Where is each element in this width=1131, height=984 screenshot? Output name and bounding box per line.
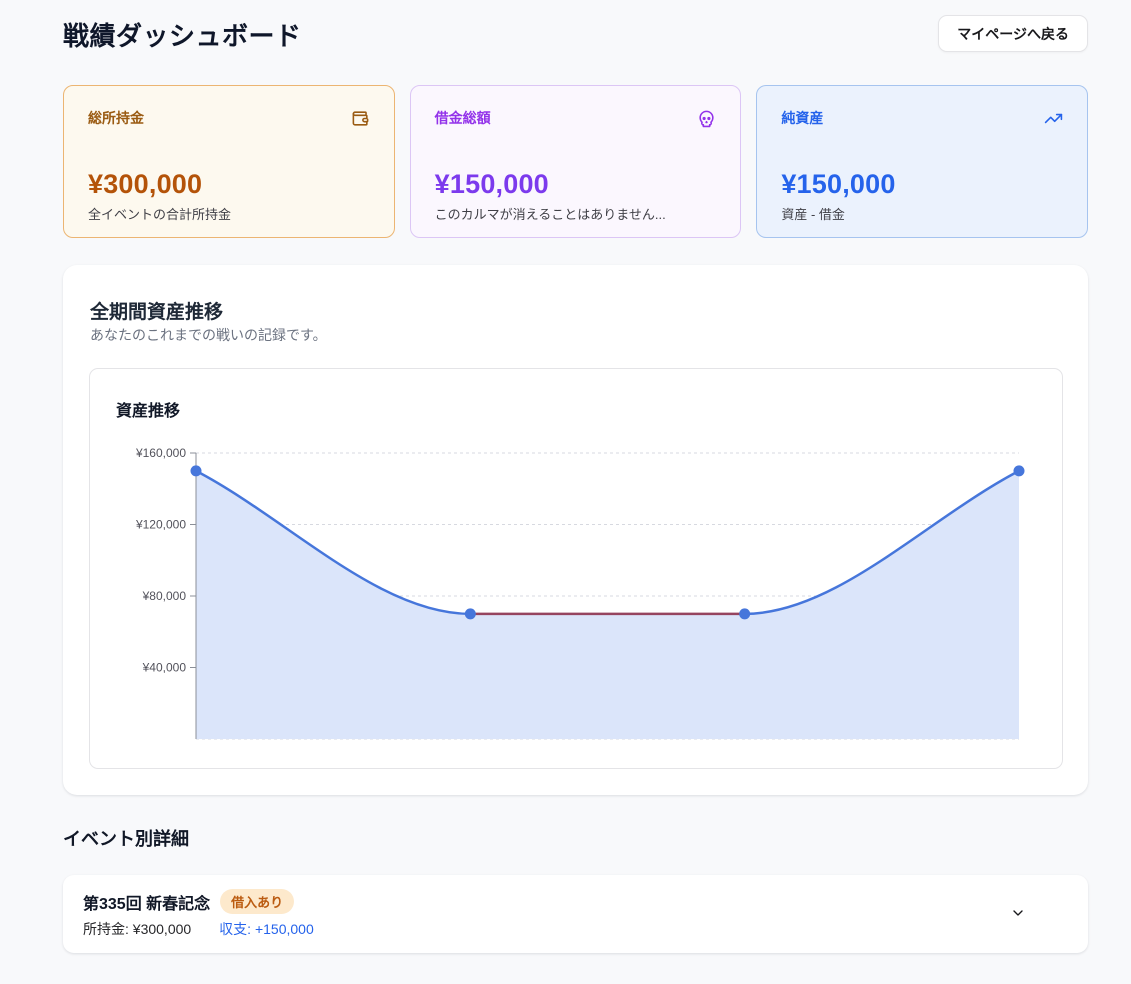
event-money: 所持金: ¥300,000 (83, 919, 191, 939)
skull-icon (697, 109, 716, 128)
dashboard-page: 戦績ダッシュボード マイページへ戻る 総所持金 ¥300,000 全イベントの合… (0, 0, 1131, 984)
card-description: 資産 - 借金 (781, 204, 1063, 223)
svg-text:¥160,000: ¥160,000 (135, 446, 186, 460)
event-name: 第335回 新春記念 (83, 890, 210, 914)
events-section-title: イベント別詳細 (63, 825, 189, 851)
net-assets-card: 純資産 ¥150,000 資産 - 借金 (756, 85, 1088, 238)
card-label: 純資産 (781, 108, 823, 128)
card-header: 総所持金 (88, 108, 370, 128)
trending-up-icon (1044, 109, 1063, 128)
asset-line-chart: ¥40,000 ¥80,000 ¥120,000 ¥160,000 (90, 369, 1064, 770)
total-debt-card: 借金総額 ¥150,000 このカルマが消えることはありません... (410, 85, 742, 238)
card-label: 総所持金 (88, 108, 144, 128)
event-title-row: 第335回 新春記念 借入あり (83, 889, 1064, 914)
card-label: 借金総額 (435, 108, 491, 128)
back-to-mypage-button[interactable]: マイページへ戻る (938, 15, 1088, 52)
card-description: 全イベントの合計所持金 (88, 204, 370, 223)
card-description: このカルマが消えることはありません... (435, 204, 717, 223)
svg-text:¥40,000: ¥40,000 (142, 661, 187, 675)
svg-text:¥120,000: ¥120,000 (135, 518, 186, 532)
event-stats-row: 所持金: ¥300,000 収支: +150,000 (83, 919, 1064, 939)
event-list-item[interactable]: 第335回 新春記念 借入あり 所持金: ¥300,000 収支: +150,0… (63, 875, 1088, 953)
card-header: 借金総額 (435, 108, 717, 128)
asset-chart-card: 資産推移 ¥40,000¥80,000¥120,000¥160,000 (89, 368, 1063, 769)
svg-text:¥80,000: ¥80,000 (142, 589, 187, 603)
event-balance: 収支: +150,000 (219, 919, 314, 939)
stat-cards-row: 総所持金 ¥300,000 全イベントの合計所持金 借金総額 (63, 85, 1088, 238)
card-value: ¥150,000 (781, 169, 1063, 200)
page-title: 戦績ダッシュボード (63, 16, 302, 53)
section-title: 全期間資産推移 (90, 297, 223, 324)
debt-badge: 借入あり (220, 889, 294, 914)
section-subtitle: あなたのこれまでの戦いの記録です。 (90, 325, 327, 345)
card-value: ¥300,000 (88, 169, 370, 200)
asset-history-section: 全期間資産推移 あなたのこれまでの戦いの記録です。 資産推移 ¥40,000¥8… (63, 265, 1088, 795)
card-value: ¥150,000 (435, 169, 717, 200)
wallet-icon (351, 109, 370, 128)
chevron-down-icon[interactable] (1010, 905, 1026, 921)
total-money-card: 総所持金 ¥300,000 全イベントの合計所持金 (63, 85, 395, 238)
card-header: 純資産 (781, 108, 1063, 128)
